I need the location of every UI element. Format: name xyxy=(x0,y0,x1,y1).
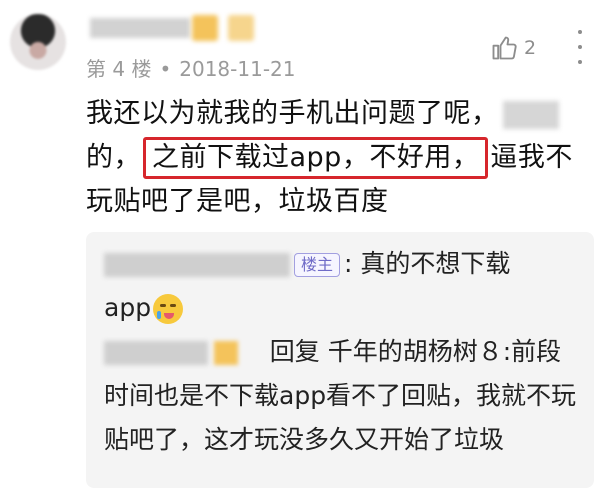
comment-meta: 第 4 楼 • 2018-11-21 xyxy=(86,53,295,82)
reply-text: : 真的不想下载 xyxy=(344,249,511,278)
user-level-badge xyxy=(192,15,218,41)
like-button[interactable]: 2 xyxy=(490,34,536,62)
thumbs-up-icon xyxy=(492,36,517,60)
comment-line2-end: 逼我不 xyxy=(490,142,573,173)
like-count: 2 xyxy=(524,37,537,59)
user-level-badge-2 xyxy=(228,15,254,41)
more-options-icon[interactable] xyxy=(572,30,588,64)
comment-line2-start: 的， xyxy=(86,142,141,173)
reply-text-cont: app xyxy=(104,293,152,322)
reply-prefix: 回复 千年的胡杨树８: xyxy=(269,337,512,366)
username-blurred[interactable] xyxy=(90,18,190,38)
meta-separator: • xyxy=(159,57,172,81)
highlighted-phrase: 之前下载过app，不好用， xyxy=(143,137,489,179)
blurred-word xyxy=(502,100,559,129)
user-avatar[interactable] xyxy=(10,14,66,70)
comment-date: 2018-11-21 xyxy=(179,57,296,81)
comment-line1: 我还以为就我的手机出问题了呢， xyxy=(86,98,499,129)
reply-item[interactable]: 楼主: 真的不想下载 app xyxy=(104,242,584,330)
reply-username-blurred[interactable] xyxy=(104,341,208,365)
reply-user-badge xyxy=(214,341,238,365)
reply-username-blurred[interactable] xyxy=(104,253,290,277)
reply-item[interactable]: 回复 千年的胡杨树８:前段时间也是不下载app看不了回贴，我就不玩贴吧了，这才玩… xyxy=(104,330,584,462)
comment-body: 我还以为就我的手机出问题了呢， 的， 之前下载过app，不好用， 逼我不 玩贴吧了是… xyxy=(86,92,586,224)
comment-line3: 玩贴吧了是吧，垃圾百度 xyxy=(86,186,389,217)
floor-label: 第 4 楼 xyxy=(86,57,152,81)
louzhu-badge: 楼主 xyxy=(294,253,341,277)
tongue-emoji-icon xyxy=(153,294,184,324)
